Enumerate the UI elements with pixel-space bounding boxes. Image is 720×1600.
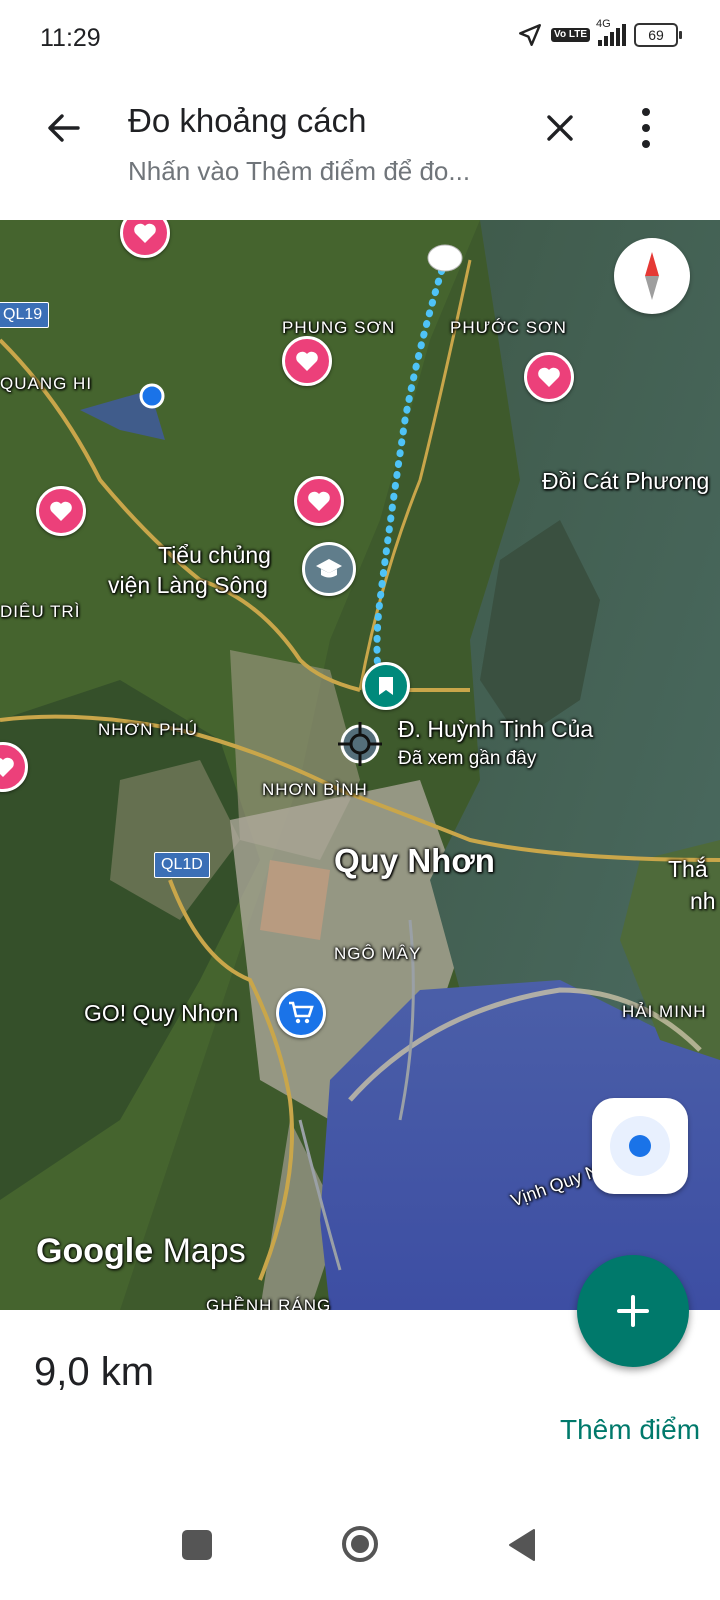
back-triangle-icon <box>509 1529 535 1561</box>
map-label-hai-minh: HẢI MINH <box>622 1002 707 1021</box>
map-label-tieu-chung-1: Tiểu chủng <box>158 542 271 568</box>
bookmark-icon <box>379 677 393 695</box>
status-bar: 11:29 Vo LTE 4G 69 <box>0 0 720 80</box>
saved-place-pin[interactable] <box>524 352 574 402</box>
heart-icon <box>134 223 156 243</box>
map-label-thang-2: nh <box>690 888 716 914</box>
logo-maps: Maps <box>162 1232 246 1270</box>
network-type: 4G <box>596 18 611 30</box>
back-button[interactable] <box>40 104 88 152</box>
home-icon <box>342 1526 378 1562</box>
saved-place-pin[interactable] <box>282 336 332 386</box>
page-subtitle: Nhấn vào Thêm điểm để đo... <box>128 156 471 186</box>
heart-icon <box>538 367 560 387</box>
home-button[interactable] <box>340 1524 380 1564</box>
heart-icon <box>50 501 72 521</box>
map-label-phung-son: PHUNG SƠN <box>282 318 396 337</box>
map-view[interactable]: PHUNG SƠN PHƯỚC SƠN QUANG HI Đồi Cát Phư… <box>0 220 720 1310</box>
battery-icon: 69 <box>634 23 682 47</box>
my-location-icon <box>610 1116 670 1176</box>
map-label-ngo-may: NGÔ MÂY <box>334 944 422 963</box>
map-label-huynh-tinh-cua[interactable]: Đ. Huỳnh Tịnh Của <box>398 716 593 743</box>
crosshair-icon <box>338 722 382 766</box>
location-arrow-icon <box>519 24 541 46</box>
recents-button[interactable] <box>182 1530 212 1560</box>
map-label-ghenh-rang: GHỀNH RÁNG <box>206 1296 332 1310</box>
map-label-recently-viewed: Đã xem gần đây <box>398 748 537 769</box>
arrow-back-icon <box>48 114 80 142</box>
status-icons: Vo LTE 4G 69 <box>517 18 682 48</box>
heart-icon <box>0 757 14 777</box>
logo-google: Google <box>36 1232 154 1270</box>
map-label-phuoc-son: PHƯỚC SƠN <box>450 318 567 337</box>
back-nav-button[interactable] <box>506 1528 540 1562</box>
more-options-button[interactable] <box>628 102 664 154</box>
map-label-quang-hi: QUANG HI <box>0 374 93 393</box>
heart-icon <box>296 351 318 371</box>
add-point-fab[interactable] <box>577 1255 689 1367</box>
route-shield-ql19: QL19 <box>0 302 50 328</box>
compass-button[interactable] <box>614 238 690 314</box>
map-label-thang-1: Thắ <box>668 856 708 882</box>
status-time: 11:29 <box>40 24 101 52</box>
battery-level: 69 <box>648 27 664 43</box>
add-point-button[interactable]: Thêm điểm <box>560 1414 700 1446</box>
page-title: Đo khoảng cách <box>128 102 367 139</box>
map-label-nhon-binh: NHƠN BÌNH <box>262 780 368 799</box>
my-location-button[interactable] <box>592 1098 688 1194</box>
map-label-quy-nhon[interactable]: Quy Nhơn <box>334 842 495 880</box>
plus-icon <box>617 1295 649 1327</box>
more-vert-icon <box>642 108 650 148</box>
map-label-go-quy-nhon[interactable]: GO! Quy Nhơn <box>84 1000 238 1027</box>
shopping-pin[interactable] <box>276 988 326 1038</box>
signal-icon: 4G <box>596 18 626 46</box>
measure-crosshair[interactable] <box>336 720 384 768</box>
route-shield-ql1d: QL1D <box>154 852 210 878</box>
shopping-cart-icon <box>289 1001 314 1024</box>
top-app-bar: Đo khoảng cách Nhấn vào Thêm điểm để đo.… <box>0 80 720 220</box>
heart-icon <box>308 491 330 511</box>
close-button[interactable] <box>536 104 584 152</box>
compass-icon <box>645 252 659 300</box>
close-icon <box>547 115 573 141</box>
saved-place-pin[interactable] <box>294 476 344 526</box>
map-label-nhon-phu: NHƠN PHÚ <box>98 720 199 739</box>
volte-icon: Vo LTE <box>551 28 590 42</box>
graduation-cap-icon <box>316 559 342 578</box>
school-pin[interactable] <box>302 542 356 596</box>
bookmark-pin[interactable] <box>362 662 410 710</box>
saved-place-pin[interactable] <box>36 486 86 536</box>
system-nav-bar <box>0 1508 720 1600</box>
map-label-dieu-tri: DIÊU TRÌ <box>0 602 81 621</box>
google-maps-logo: Google Maps <box>36 1232 246 1271</box>
measured-distance: 9,0 km <box>34 1350 155 1394</box>
map-label-doi-cat: Đồi Cát Phương <box>542 468 710 494</box>
map-label-tieu-chung-2: viện Làng Sông <box>108 572 268 598</box>
